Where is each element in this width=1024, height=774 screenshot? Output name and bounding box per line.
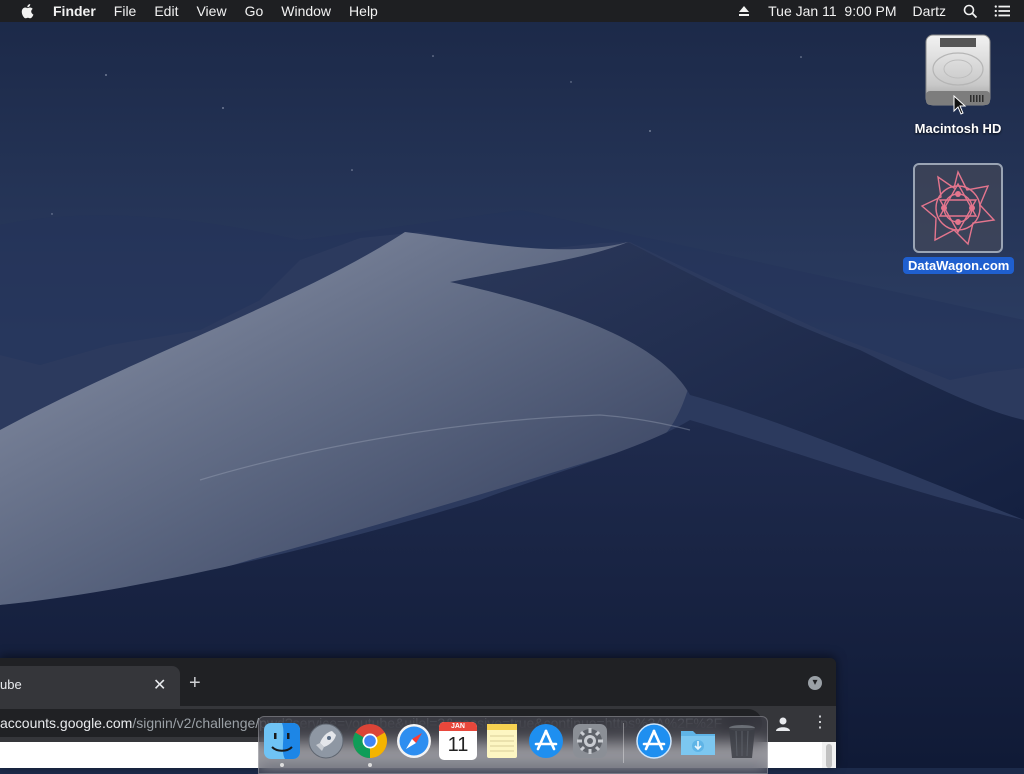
menu-bar: Finder File Edit View Go Window Help Tue… [0,0,1024,22]
applications-folder-icon[interactable] [635,722,673,760]
running-indicator [280,763,284,767]
new-tab-icon[interactable]: + [189,672,201,695]
mouse-cursor-icon [953,95,967,115]
menu-help[interactable]: Help [340,0,387,22]
menu-edit[interactable]: Edit [145,0,187,22]
menu-window[interactable]: Window [272,0,340,22]
calendar-icon[interactable]: JAN 11 [439,722,477,760]
dock-separator [623,723,624,763]
notes-icon[interactable] [483,722,521,760]
trash-icon[interactable] [723,722,761,760]
tab-title: ube [0,677,22,692]
menu-view[interactable]: View [187,0,235,22]
browser-menu-icon[interactable]: ⋮ [812,714,828,732]
desktop-icon-label: DataWagon.com [903,257,1015,274]
scrollbar-thumb[interactable] [826,744,832,768]
desktop-icon-datawagon[interactable]: DataWagon.com [903,163,1015,275]
eject-icon[interactable] [736,3,752,19]
safari-icon[interactable] [395,722,433,760]
app-store-icon[interactable] [527,722,565,760]
apple-logo-icon[interactable] [19,2,37,20]
notification-center-icon[interactable] [994,3,1010,19]
spotlight-search-icon[interactable] [962,3,978,19]
tab-close-icon[interactable]: ✕ [153,675,166,695]
calendar-month: JAN [439,722,477,731]
desktop-icon-label: Macintosh HD [914,121,1002,136]
calendar-day: 11 [447,734,469,756]
finder-icon[interactable] [263,722,301,760]
clock[interactable]: Tue Jan 11 9:00 PM [760,0,904,22]
desktop-wallpaper [0,0,1024,768]
datawagon-icon [913,163,1003,253]
tab-search-icon[interactable]: ▾ [808,676,822,690]
menu-file[interactable]: File [105,0,146,22]
desktop-icon-macintosh-hd[interactable]: Macintosh HD [903,31,1013,138]
dock: JAN 11 [258,716,768,774]
tab-strip: ube ✕ + ▾ [0,658,836,706]
profile-icon[interactable] [774,715,792,733]
chrome-icon[interactable] [351,722,389,760]
downloads-folder-icon[interactable] [679,722,717,760]
tab-active[interactable]: ube ✕ [0,666,180,706]
launchpad-icon[interactable] [307,722,345,760]
running-indicator [368,763,372,767]
menu-app-name[interactable]: Finder [53,0,105,22]
menu-go[interactable]: Go [236,0,273,22]
user-name-menu[interactable]: Dartz [905,0,954,22]
system-preferences-icon[interactable] [571,722,609,760]
url-host: accounts.google.com [0,715,133,731]
